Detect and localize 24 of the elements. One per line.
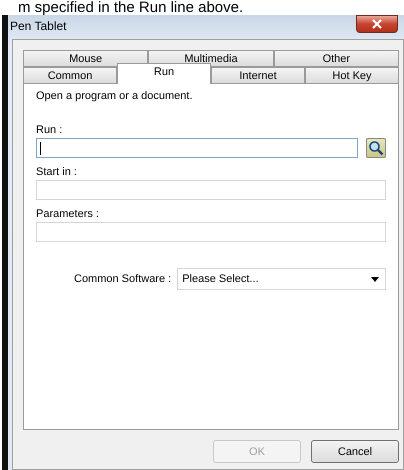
magnifier-icon — [368, 140, 384, 156]
software-dropdown[interactable]: Please Select... — [177, 268, 386, 290]
dropdown-arrow-icon — [371, 276, 379, 282]
description-text: Open a program or a document. — [36, 90, 194, 102]
dialog-button[interactable]: Cancel — [311, 440, 399, 463]
field-label: Start in : — [36, 166, 78, 178]
tab[interactable]: Hot Key — [305, 67, 399, 84]
close-icon — [372, 19, 382, 29]
caption-text: m specified in the Run line above. — [17, 0, 244, 15]
window-title: Pen Tablet — [10, 19, 66, 33]
input-field[interactable] — [36, 222, 386, 242]
tab[interactable]: Common — [23, 67, 117, 84]
tab[interactable]: Internet — [211, 67, 305, 84]
tab[interactable]: Other — [274, 50, 399, 67]
browse-button[interactable] — [366, 138, 386, 158]
tab[interactable]: Run — [117, 63, 211, 84]
field-label: Parameters : — [36, 208, 100, 220]
input-field[interactable] — [36, 138, 358, 158]
tab[interactable]: Mouse — [23, 50, 148, 67]
field-label: Run : — [36, 124, 64, 136]
input-field[interactable] — [36, 180, 386, 200]
combo-label: Common Software : — [74, 273, 172, 285]
close-button[interactable] — [356, 15, 398, 33]
text-caret — [40, 142, 41, 154]
